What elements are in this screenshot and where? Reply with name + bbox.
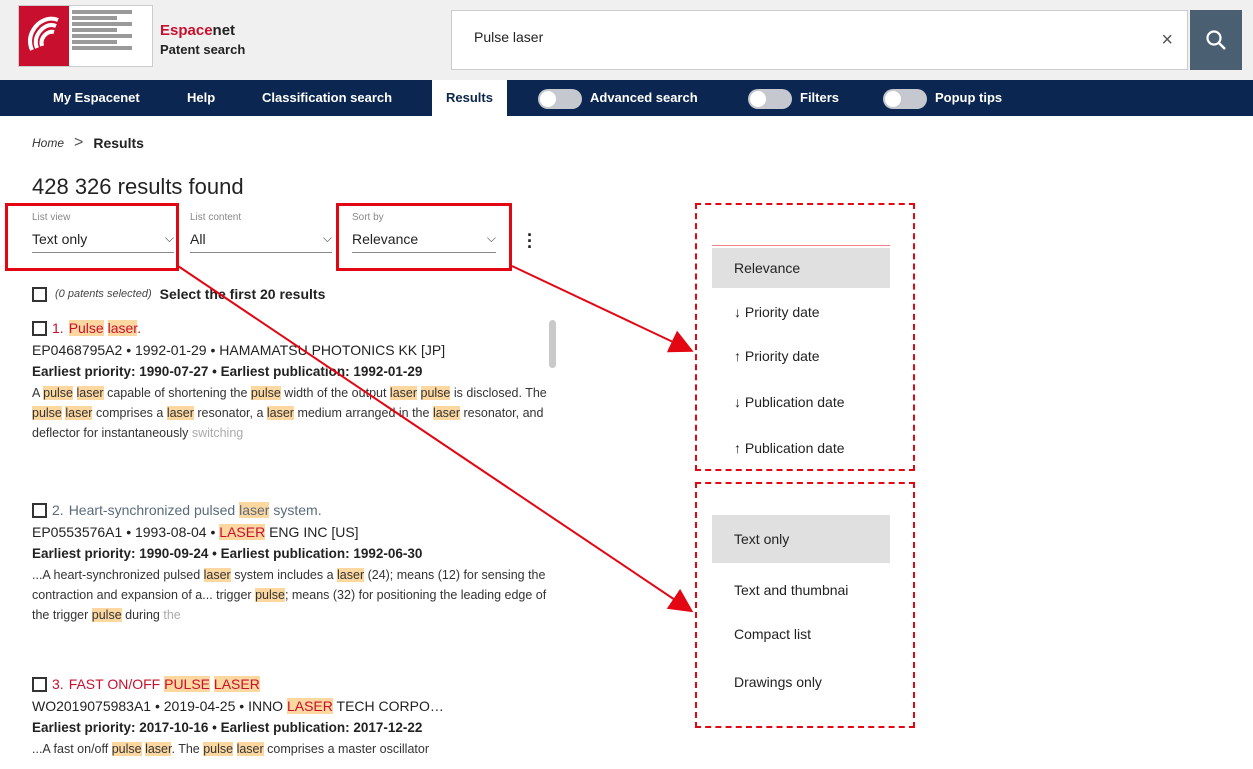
annotation-arrows xyxy=(177,265,694,613)
arrow-to-sort-options xyxy=(511,265,694,353)
arrow-to-view-options xyxy=(177,265,694,613)
